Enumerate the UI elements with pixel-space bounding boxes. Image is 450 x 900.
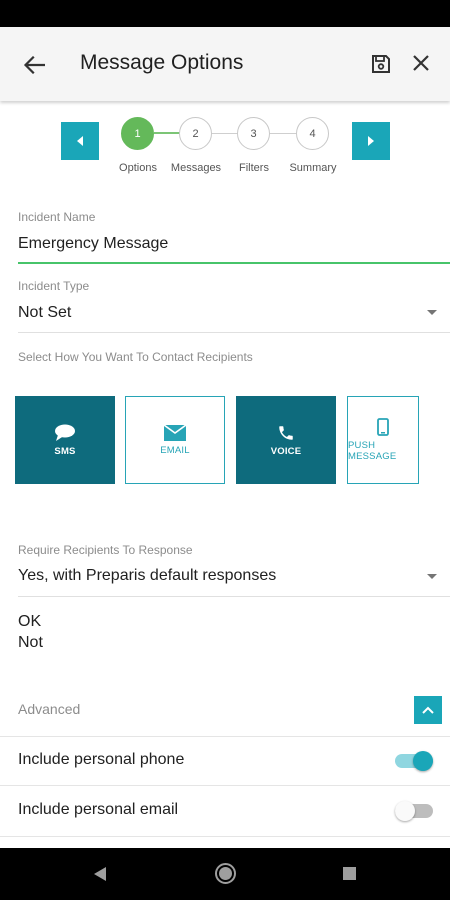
step-3-circle[interactable]: 3 — [237, 117, 270, 150]
response-option: Not — [18, 634, 43, 651]
system-nav-bar — [0, 848, 450, 900]
stepper-next-button[interactable] — [352, 122, 390, 160]
contact-method-label: Select How You Want To Contact Recipient… — [18, 350, 253, 364]
channel-sms-label: SMS — [54, 445, 76, 457]
divider — [0, 785, 450, 786]
chat-bubble-icon — [55, 424, 75, 441]
incident-name-underline — [18, 262, 450, 264]
channel-email-button[interactable]: EMAIL — [125, 396, 225, 484]
step-4-label: Summary — [289, 162, 337, 174]
channel-sms-button[interactable]: SMS — [15, 396, 115, 484]
envelope-icon — [164, 424, 186, 441]
divider — [0, 736, 450, 737]
response-option: OK — [18, 613, 42, 630]
circle-home-icon[interactable] — [215, 863, 236, 884]
step-connector — [270, 133, 296, 134]
step-4-circle[interactable]: 4 — [296, 117, 329, 150]
close-icon[interactable] — [406, 48, 436, 78]
switch-knob — [413, 751, 433, 771]
toggle-label-personal-phone: Include personal phone — [18, 751, 185, 768]
channel-push-button[interactable]: PUSH MESSAGE — [347, 396, 419, 484]
arrow-left-icon[interactable] — [18, 49, 50, 81]
incident-type-underline — [18, 332, 450, 333]
chevron-up-icon — [422, 706, 434, 714]
channel-voice-button[interactable]: VOICE — [236, 396, 336, 484]
advanced-toggle-button[interactable] — [414, 696, 442, 724]
personal-phone-switch[interactable] — [395, 751, 433, 771]
page-title: Message Options — [80, 51, 244, 74]
personal-email-switch[interactable] — [395, 801, 433, 821]
status-bar — [0, 0, 450, 27]
floppy-disk-icon[interactable] — [366, 49, 396, 79]
incident-name-input[interactable]: Emergency Message — [18, 235, 168, 253]
stepper-prev-button[interactable] — [61, 122, 99, 160]
square-recents-icon[interactable] — [343, 867, 356, 880]
step-2-circle[interactable]: 2 — [179, 117, 212, 150]
switch-knob — [395, 801, 415, 821]
dropdown-arrow-icon[interactable] — [427, 574, 437, 579]
incident-name-label: Incident Name — [18, 210, 96, 224]
triangle-back-icon[interactable] — [94, 867, 106, 881]
dropdown-arrow-icon[interactable] — [427, 310, 437, 315]
channel-push-label: PUSH MESSAGE — [348, 440, 397, 462]
incident-type-label: Incident Type — [18, 279, 90, 293]
channel-email-label: EMAIL — [160, 444, 190, 456]
app-bar: Message Options — [0, 27, 450, 101]
phone-icon — [279, 425, 293, 440]
toggle-label-personal-email: Include personal email — [18, 801, 179, 818]
require-response-label: Require Recipients To Response — [18, 543, 193, 557]
step-1-circle[interactable]: 1 — [121, 117, 154, 150]
advanced-label: Advanced — [18, 701, 81, 717]
mobile-phone-icon — [377, 418, 389, 436]
incident-type-select[interactable]: Not Set — [18, 304, 71, 322]
step-connector — [212, 133, 238, 134]
channel-voice-label: VOICE — [270, 445, 302, 457]
step-connector — [154, 132, 180, 134]
chevron-right-icon — [368, 136, 374, 146]
require-response-select[interactable]: Yes, with Preparis default responses — [18, 567, 276, 585]
require-response-underline — [18, 596, 450, 597]
chevron-left-icon — [77, 136, 83, 146]
divider — [0, 836, 450, 837]
